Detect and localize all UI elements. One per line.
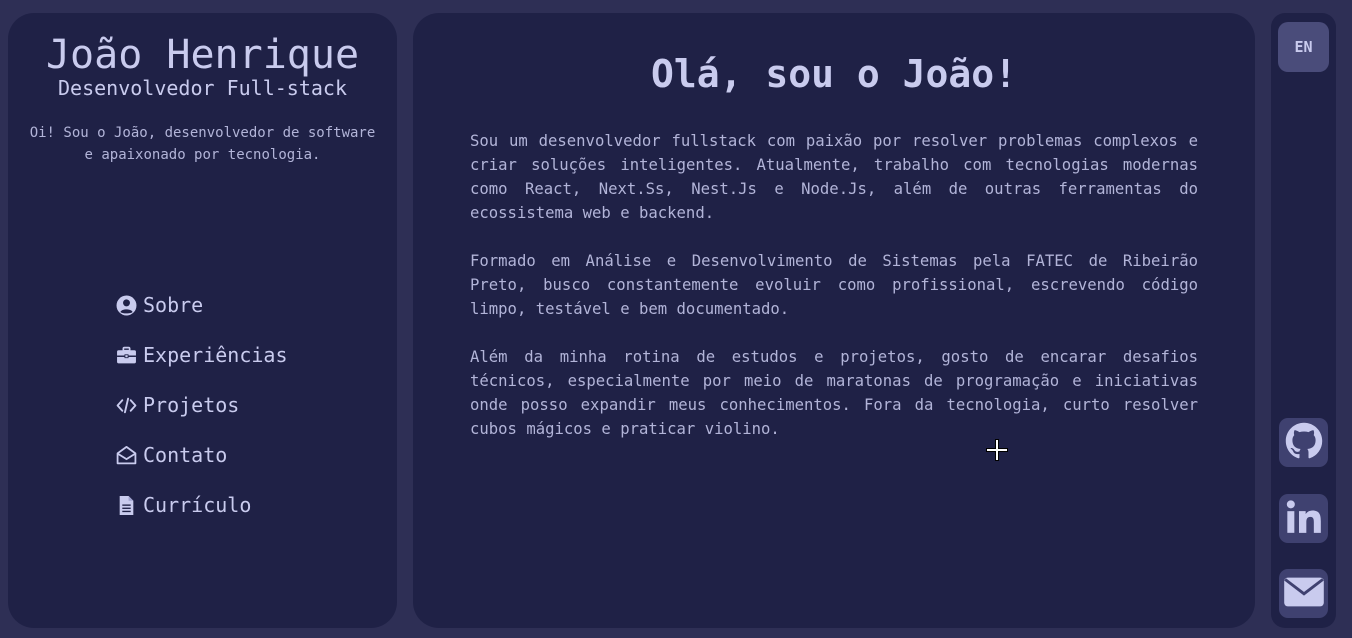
code-icon: [116, 395, 137, 416]
nav-item-experiencias[interactable]: Experiências: [116, 340, 288, 370]
nav-item-curriculo[interactable]: Currículo: [116, 490, 288, 520]
page-title: Olá, sou o João!: [650, 52, 1018, 96]
file-icon: [116, 495, 137, 516]
nav-item-projetos[interactable]: Projetos: [116, 390, 288, 420]
paragraph: Sou um desenvolvedor fullstack com paixã…: [470, 132, 1198, 222]
crosshair-cursor-icon: [984, 437, 1010, 463]
language-toggle-button[interactable]: EN: [1278, 22, 1329, 72]
user-circle-icon: [116, 295, 137, 316]
profile-name: João Henrique: [45, 32, 360, 78]
profile-role: Desenvolvedor Full-stack: [58, 76, 347, 100]
linkedin-icon: [1284, 497, 1324, 541]
nav-item-label: Projetos: [143, 393, 240, 417]
mail-icon: [1282, 574, 1326, 614]
nav-item-contato[interactable]: Contato: [116, 440, 288, 470]
nav-item-label: Contato: [143, 443, 228, 467]
briefcase-icon: [116, 345, 137, 366]
nav-item-label: Currículo: [143, 493, 252, 517]
nav-item-sobre[interactable]: Sobre: [116, 290, 288, 320]
main-content: Olá, sou o João! Sou um desenvolvedor fu…: [413, 13, 1255, 628]
github-link[interactable]: [1279, 418, 1328, 467]
nav-item-label: Sobre: [143, 293, 204, 317]
social-rail: EN: [1271, 13, 1336, 628]
github-icon: [1285, 422, 1323, 464]
about-text: Sou um desenvolvedor fullstack com paixã…: [470, 129, 1198, 465]
sidebar: João Henrique Desenvolvedor Full-stack O…: [8, 13, 397, 628]
envelope-open-icon: [116, 445, 137, 466]
sidebar-nav: Sobre Experiências Projetos Contato Curr…: [116, 290, 288, 540]
paragraph: Formado em Análise e Desenvolvimento de …: [470, 252, 1198, 318]
nav-item-label: Experiências: [143, 343, 288, 367]
linkedin-link[interactable]: [1279, 494, 1328, 543]
paragraph: Além da minha rotina de estudos e projet…: [470, 348, 1198, 438]
profile-bio: Oi! Sou o João, desenvolvedor de softwar…: [29, 125, 376, 163]
email-link[interactable]: [1279, 569, 1328, 618]
